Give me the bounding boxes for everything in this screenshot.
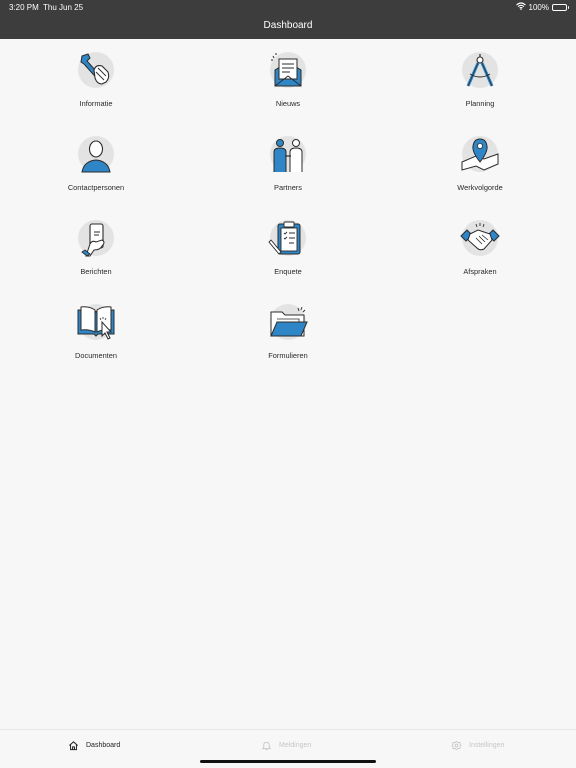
tile-enquete[interactable]: Enquete (228, 218, 348, 288)
tile-berichten[interactable]: Berichten (36, 218, 156, 288)
newsletter-icon (268, 50, 308, 90)
tile-label: Partners (274, 183, 302, 192)
bell-icon (261, 740, 272, 751)
tile-label: Berichten (80, 267, 112, 276)
header-bar: 3:20 PM Thu Jun 25 100% Dashboard (0, 0, 576, 39)
page-title: Dashboard (263, 20, 313, 31)
status-right: 100% (515, 2, 569, 12)
map-pin-icon (460, 134, 500, 174)
status-date: Thu Jun 25 (43, 3, 84, 12)
tile-label: Formulieren (268, 351, 308, 360)
tile-label: Nieuws (275, 99, 301, 108)
tile-documenten[interactable]: Documenten (36, 302, 156, 372)
tile-afspraken[interactable]: Afspraken (420, 218, 540, 288)
folder-icon (268, 302, 308, 342)
person-icon (76, 134, 116, 174)
partners-icon (268, 134, 308, 174)
tile-label: Werkvolgorde (457, 183, 503, 192)
status-bar: 3:20 PM Thu Jun 25 100% (0, 0, 576, 14)
tab-meldingen[interactable]: Meldingen (261, 738, 311, 752)
wifi-icon (515, 2, 526, 12)
tab-instellingen[interactable]: Instellingen (451, 738, 504, 752)
tile-label: Afspraken (463, 267, 497, 276)
tile-label: Contactpersonen (67, 183, 125, 192)
tab-label: Dashboard (86, 741, 121, 749)
handshake-icon (460, 218, 500, 258)
status-time: 3:20 PM (9, 3, 39, 12)
settings-icon (451, 740, 462, 751)
tile-label: Enquete (274, 267, 302, 276)
compass-icon (460, 50, 500, 90)
tile-informatie[interactable]: Informatie (36, 50, 156, 120)
tile-formulieren[interactable]: Formulieren (228, 302, 348, 372)
tile-nieuws[interactable]: Nieuws (228, 50, 348, 120)
tab-label: Instellingen (469, 741, 505, 749)
tile-contactpersonen[interactable]: Contactpersonen (36, 134, 156, 204)
home-indicator (200, 760, 376, 763)
tile-partners[interactable]: Partners (228, 134, 348, 204)
phone-hand-icon (76, 218, 116, 258)
wrench-hand-icon (76, 50, 116, 90)
tile-label: Planning (465, 99, 495, 108)
tab-dashboard[interactable]: Dashboard (68, 738, 120, 752)
battery-percent: 100% (528, 2, 549, 12)
battery-icon (552, 3, 569, 11)
tile-label: Documenten (75, 351, 117, 360)
tab-label: Meldingen (279, 741, 312, 749)
clipboard-icon (268, 218, 308, 258)
book-cursor-icon (76, 302, 116, 342)
tile-planning[interactable]: Planning (420, 50, 540, 120)
tile-werkvolgorde[interactable]: Werkvolgorde (420, 134, 540, 204)
home-icon (68, 740, 79, 751)
tile-label: Informatie (79, 99, 113, 108)
